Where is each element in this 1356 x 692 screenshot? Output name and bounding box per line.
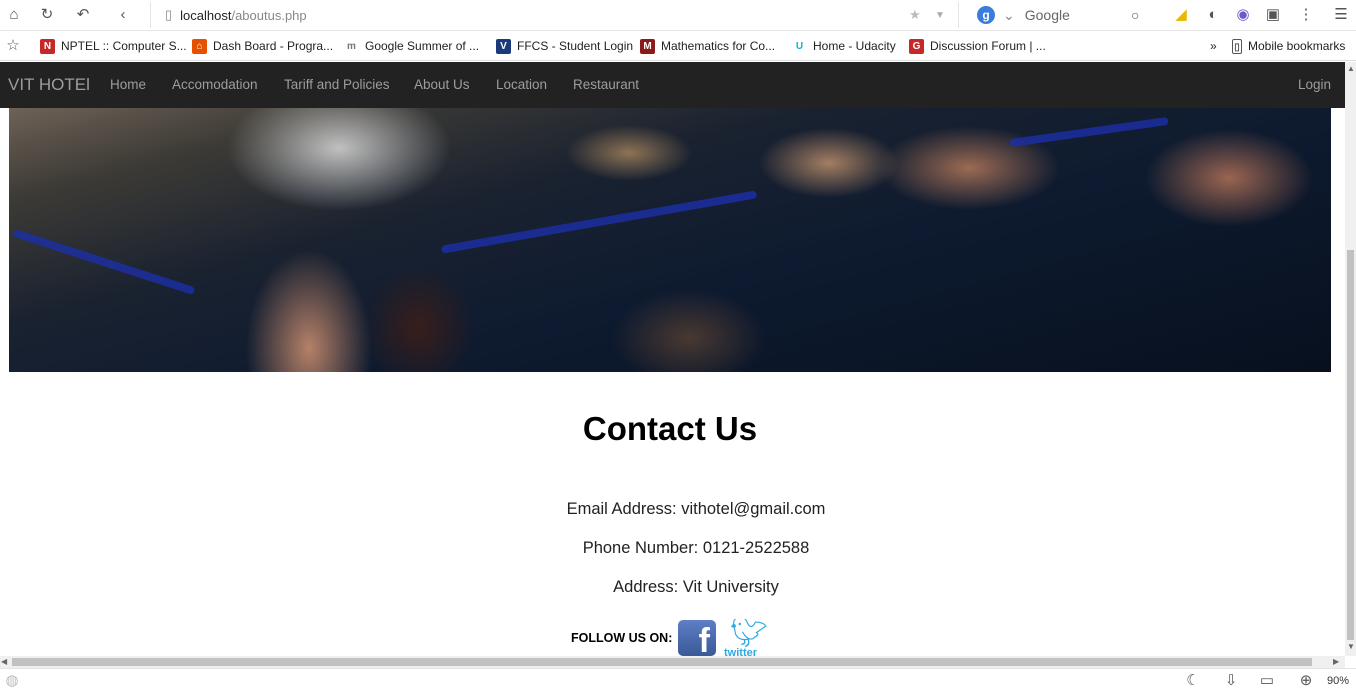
reload-icon[interactable]: ↻ xyxy=(38,6,56,24)
mobile-bookmarks[interactable]: ▯ Mobile bookmarks xyxy=(1232,38,1345,54)
zoom-level[interactable]: 90% xyxy=(1327,675,1349,687)
g-icon: G xyxy=(909,38,924,54)
vit-icon: V xyxy=(496,38,511,54)
facebook-icon[interactable]: f xyxy=(678,620,716,656)
bookmark-gsoc[interactable]: m Google Summer of ... xyxy=(344,38,479,54)
bookmark-mit[interactable]: M Mathematics for Co... xyxy=(640,38,775,54)
url-path: /aboutus.php xyxy=(231,7,307,23)
zoom-icon[interactable]: ⊕ xyxy=(1297,672,1315,690)
star-icon[interactable]: ★ xyxy=(909,7,921,23)
search-engine-label: Google xyxy=(1024,7,1070,23)
nav-location[interactable]: Location xyxy=(496,77,547,92)
pool-lane-rope xyxy=(1009,116,1169,148)
mit-icon: M xyxy=(640,38,655,54)
home-icon[interactable]: ⌂ xyxy=(5,6,23,24)
download-icon[interactable]: ⇩ xyxy=(1222,672,1240,690)
nav-login[interactable]: Login xyxy=(1298,77,1331,92)
browser-toolbar: ⌂ ↻ ↶ ‹ ▯ localhost/aboutus.php ★ ▼ g ⌄ … xyxy=(0,0,1356,31)
twitter-icon[interactable]: 🐦︎ twitter xyxy=(724,619,770,656)
network-icon[interactable]: ▭ xyxy=(1258,672,1276,690)
search-icon[interactable]: ○ xyxy=(1131,7,1139,23)
extension-icon-3[interactable]: ◉ xyxy=(1234,6,1252,24)
more-bookmarks-button[interactable]: » xyxy=(1210,38,1217,54)
extension-icon-2[interactable]: ◐ xyxy=(1204,6,1222,24)
menu-icon[interactable]: ☰ xyxy=(1332,6,1350,24)
scroll-right-icon[interactable]: ▶ xyxy=(1333,657,1339,666)
nav-restaurant[interactable]: Restaurant xyxy=(573,77,639,92)
status-icon: ◍ xyxy=(5,672,19,689)
nav-about-us[interactable]: About Us xyxy=(414,77,470,92)
scroll-left-icon[interactable]: ◀ xyxy=(1,657,7,666)
night-mode-icon[interactable]: ☾ xyxy=(1184,672,1202,690)
scroll-up-icon[interactable]: ▲ xyxy=(1347,64,1355,73)
twitter-bird-icon: 🐦︎ xyxy=(730,619,769,649)
dashboard-icon: ⌂ xyxy=(192,38,207,54)
contact-title: Contact Us xyxy=(582,410,758,447)
more-options-icon[interactable]: ⋮ xyxy=(1297,6,1315,24)
chevron-down-icon[interactable]: ⌄ xyxy=(1003,7,1015,24)
nav-accomodation[interactable]: Accomodation xyxy=(172,77,258,92)
back-icon[interactable]: ‹ xyxy=(114,6,132,24)
scroll-down-icon[interactable]: ▼ xyxy=(1347,642,1355,651)
dropdown-icon[interactable]: ▼ xyxy=(935,10,945,21)
vertical-scrollbar[interactable]: ▲ ▼ xyxy=(1345,62,1356,656)
pool-lane-rope xyxy=(12,228,196,296)
m-icon: m xyxy=(344,38,359,54)
bookmarks-bar: ☆ N NPTEL :: Computer S... ⌂ Dash Board - … xyxy=(0,31,1356,61)
vertical-scroll-thumb[interactable] xyxy=(1347,250,1354,640)
status-bar: ◍ ☾ ⇩ ▭ ⊕ 90% xyxy=(0,668,1356,692)
search-engine-icon[interactable]: g xyxy=(977,6,995,24)
bookmark-forum[interactable]: G Discussion Forum | ... xyxy=(909,38,1046,54)
undo-icon[interactable]: ↶ xyxy=(74,6,92,24)
twitter-wordmark: twitter xyxy=(724,647,757,656)
url-host: localhost xyxy=(180,7,232,23)
brand-logo[interactable]: VIT HOTEl xyxy=(8,75,90,95)
bookmark-star-icon[interactable]: ☆ xyxy=(4,37,22,55)
page-icon: ▯ xyxy=(165,7,173,22)
contact-phone: Phone Number: 0121-2522588 xyxy=(582,539,810,557)
bookmark-ffcs[interactable]: V FFCS - Student Login xyxy=(496,38,633,54)
contact-email: Email Address: vithotel@gmail.com xyxy=(566,500,826,518)
nav-tariff[interactable]: Tariff and Policies xyxy=(284,77,390,92)
udacity-icon: U xyxy=(792,38,807,54)
nav-home[interactable]: Home xyxy=(110,77,146,92)
screenshot-icon[interactable]: ▣ xyxy=(1264,6,1282,24)
horizontal-scroll-thumb[interactable] xyxy=(12,658,1312,666)
nptel-icon: N xyxy=(40,38,55,54)
search-box[interactable]: g ⌄ Google ○ xyxy=(958,2,1158,28)
address-bar[interactable]: ▯ localhost/aboutus.php ★ ▼ xyxy=(150,2,950,28)
bookmark-nptel[interactable]: N NPTEL :: Computer S... xyxy=(40,38,187,54)
horizontal-scrollbar[interactable]: ◀ ▶ xyxy=(0,656,1345,668)
follow-us-label: FOLLOW US ON: xyxy=(571,631,673,645)
extension-icon[interactable]: ◢ xyxy=(1172,6,1190,24)
hero-image xyxy=(9,108,1331,372)
contact-address: Address: Vit University xyxy=(613,578,779,596)
pool-lane-rope xyxy=(440,190,758,254)
bookmark-dashboard[interactable]: ⌂ Dash Board - Progra... xyxy=(192,38,333,54)
bookmark-udacity[interactable]: U Home - Udacity xyxy=(792,38,896,54)
phone-icon: ▯ xyxy=(1232,38,1242,54)
site-navbar: VIT HOTEl Home Accomodation Tariff and P… xyxy=(0,62,1345,108)
